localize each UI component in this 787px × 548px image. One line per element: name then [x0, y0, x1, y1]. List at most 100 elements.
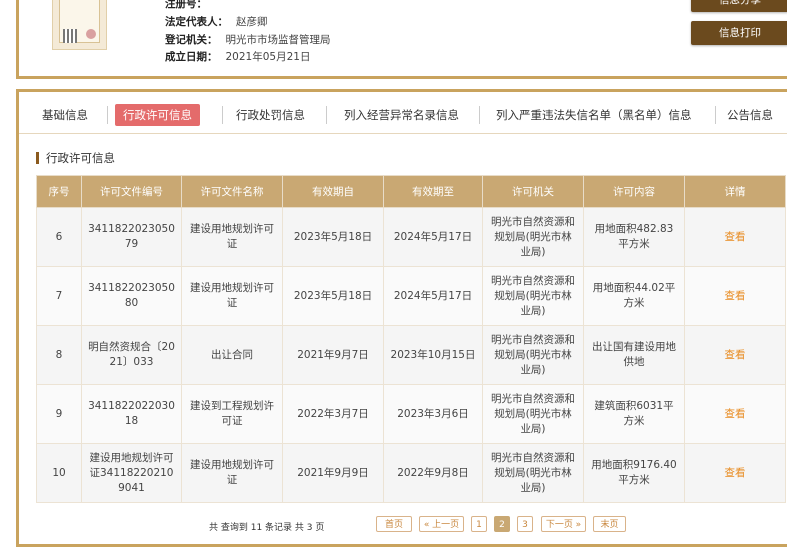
cell-detail: 查看	[684, 207, 786, 267]
last-page-button[interactable]: 末页	[593, 516, 626, 532]
cell-index: 10	[36, 443, 82, 503]
next-page-button[interactable]: 下一页 »	[541, 516, 586, 532]
table-row: 6 341182202305079 建设用地规划许可证 2023年5月18日 2…	[36, 207, 786, 267]
info-row-legal-rep: 法定代表人： 赵彦卿	[165, 14, 268, 29]
cell-index: 9	[36, 384, 82, 444]
field-label: 成立日期：	[165, 51, 218, 63]
business-license-image[interactable]	[52, 0, 107, 50]
tab-blacklist[interactable]: 列入严重违法失信名单（黑名单）信息	[488, 104, 700, 126]
page-button-1[interactable]: 1	[471, 516, 487, 532]
cell-detail: 查看	[684, 443, 786, 503]
cell-license-name: 建设到工程规划许可证	[181, 384, 283, 444]
cell-valid-to: 2023年10月15日	[383, 325, 483, 385]
page-button-2-current[interactable]: 2	[494, 516, 510, 532]
cell-license-no: 341182202305080	[81, 266, 182, 326]
tab-divider	[326, 106, 327, 124]
tab-admin-license[interactable]: 行政许可信息	[115, 104, 200, 126]
field-value: 2021年05月21日	[225, 51, 311, 63]
cell-valid-from: 2022年3月7日	[282, 384, 384, 444]
company-summary-card: 注册号： 法定代表人： 赵彦卿 登记机关： 明光市市场监督管理局 成立日期： 2021…	[16, 0, 787, 79]
cell-license-name: 建设用地规划许可证	[181, 443, 283, 503]
pagination: 共 查询到 11 条记录 共 3 页 首页 « 上一页 1 2 3 下一页 » …	[19, 516, 787, 534]
column-header: 许可机关	[482, 175, 584, 208]
cell-valid-from: 2021年9月7日	[282, 325, 384, 385]
first-page-button[interactable]: 首页	[376, 516, 412, 532]
cell-detail: 查看	[684, 384, 786, 444]
column-header: 序号	[36, 175, 82, 208]
cell-content: 用地面积9176.40平方米	[583, 443, 685, 503]
share-button[interactable]: 信息分享	[691, 0, 787, 12]
cell-authority: 明光市自然资源和规划局(明光市林业局)	[482, 443, 584, 503]
cell-content: 出让国有建设用地供地	[583, 325, 685, 385]
cell-content: 用地面积482.83平方米	[583, 207, 685, 267]
column-header: 许可内容	[583, 175, 685, 208]
field-label: 法定代表人：	[165, 16, 228, 28]
cell-valid-to: 2024年5月17日	[383, 266, 483, 326]
cell-content: 用地面积44.02平方米	[583, 266, 685, 326]
prev-page-button[interactable]: « 上一页	[419, 516, 464, 532]
cell-detail: 查看	[684, 325, 786, 385]
license-table: 序号 许可文件编号 许可文件名称 有效期自 有效期至 许可机关 许可内容 详情 …	[36, 175, 786, 503]
tab-bar: 基础信息 行政许可信息 行政处罚信息 列入经营异常名录信息 列入严重违法失信名单…	[19, 92, 787, 134]
info-row-founded: 成立日期： 2021年05月21日	[165, 49, 310, 64]
cell-valid-to: 2024年5月17日	[383, 207, 483, 267]
print-button[interactable]: 信息打印	[691, 21, 787, 45]
info-row-authority: 登记机关： 明光市市场监督管理局	[165, 32, 331, 47]
tab-abnormal-list[interactable]: 列入经营异常名录信息	[336, 104, 467, 126]
page-button-3[interactable]: 3	[517, 516, 533, 532]
cell-authority: 明光市自然资源和规划局(明光市林业局)	[482, 266, 584, 326]
cell-valid-from: 2023年5月18日	[282, 207, 384, 267]
cell-authority: 明光市自然资源和规划局(明光市林业局)	[482, 384, 584, 444]
cell-license-name: 建设用地规划许可证	[181, 266, 283, 326]
records-card: 基础信息 行政许可信息 行政处罚信息 列入经营异常名录信息 列入严重违法失信名单…	[16, 89, 787, 547]
cell-authority: 明光市自然资源和规划局(明光市林业局)	[482, 325, 584, 385]
table-header-row: 序号 许可文件编号 许可文件名称 有效期自 有效期至 许可机关 许可内容 详情	[36, 175, 786, 208]
pagination-total: 共 查询到 11 条记录 共 3 页	[209, 523, 325, 533]
view-detail-link[interactable]: 查看	[725, 349, 746, 361]
tab-basic-info[interactable]: 基础信息	[34, 104, 96, 126]
cell-valid-from: 2023年5月18日	[282, 266, 384, 326]
cell-index: 6	[36, 207, 82, 267]
tab-announcements[interactable]: 公告信息	[719, 104, 781, 126]
view-detail-link[interactable]: 查看	[725, 231, 746, 243]
column-header: 许可文件编号	[81, 175, 182, 208]
table-row: 8 明自然资规合〔2021〕033 出让合同 2021年9月7日 2023年10…	[36, 325, 786, 385]
qr-code-icon	[63, 29, 77, 43]
view-detail-link[interactable]: 查看	[725, 467, 746, 479]
tab-divider	[479, 106, 480, 124]
table-row: 9 341182202203018 建设到工程规划许可证 2022年3月7日 2…	[36, 384, 786, 444]
tab-divider	[107, 106, 108, 124]
tab-admin-penalty[interactable]: 行政处罚信息	[228, 104, 313, 126]
table-row: 7 341182202305080 建设用地规划许可证 2023年5月18日 2…	[36, 266, 786, 326]
field-label: 登记机关：	[165, 34, 218, 46]
column-header: 详情	[684, 175, 786, 208]
cell-content: 建筑面积6031平方米	[583, 384, 685, 444]
cell-license-no: 341182202203018	[81, 384, 182, 444]
cell-valid-from: 2021年9月9日	[282, 443, 384, 503]
cell-detail: 查看	[684, 266, 786, 326]
cell-valid-to: 2022年9月8日	[383, 443, 483, 503]
tab-divider	[715, 106, 716, 124]
field-value: 赵彦卿	[236, 16, 268, 28]
cell-license-name: 出让合同	[181, 325, 283, 385]
field-label: 注册号：	[165, 0, 207, 10]
column-header: 有效期至	[383, 175, 483, 208]
view-detail-link[interactable]: 查看	[725, 408, 746, 420]
seal-icon	[86, 29, 96, 39]
cell-index: 8	[36, 325, 82, 385]
view-detail-link[interactable]: 查看	[725, 290, 746, 302]
section-title: 行政许可信息	[36, 152, 115, 164]
cell-license-no: 明自然资规合〔2021〕033	[81, 325, 182, 385]
column-header: 许可文件名称	[181, 175, 283, 208]
info-row-reg-no: 注册号：	[165, 0, 215, 11]
cell-index: 7	[36, 266, 82, 326]
cell-authority: 明光市自然资源和规划局(明光市林业局)	[482, 207, 584, 267]
cell-license-no: 341182202305079	[81, 207, 182, 267]
cell-license-name: 建设用地规划许可证	[181, 207, 283, 267]
tab-divider	[222, 106, 223, 124]
field-value: 明光市市场监督管理局	[225, 34, 331, 46]
cell-valid-to: 2023年3月6日	[383, 384, 483, 444]
cell-license-no: 建设用地规划许可证341182202109041	[81, 443, 182, 503]
table-row: 10 建设用地规划许可证341182202109041 建设用地规划许可证 20…	[36, 443, 786, 503]
column-header: 有效期自	[282, 175, 384, 208]
